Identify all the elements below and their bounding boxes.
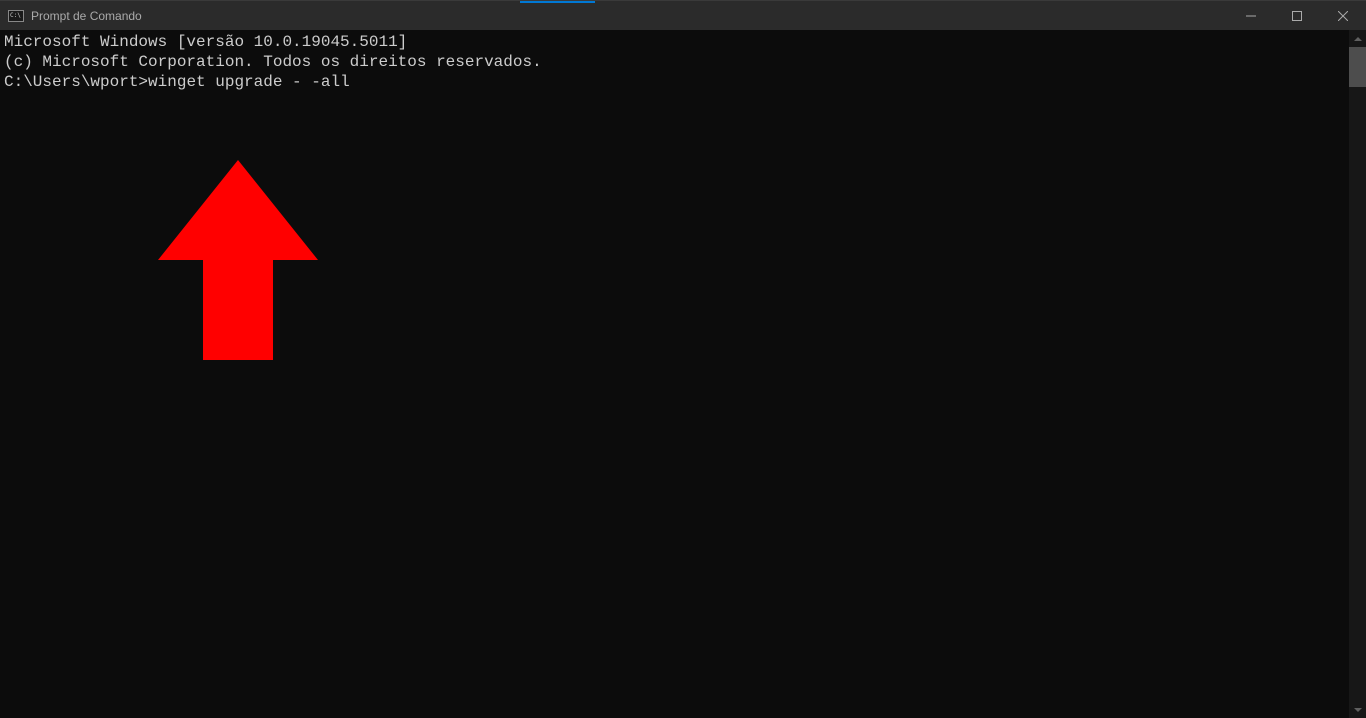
titlebar: C:\ Prompt de Comando xyxy=(0,0,1366,30)
scrollbar-thumb[interactable] xyxy=(1349,47,1366,87)
window-controls xyxy=(1228,1,1366,31)
scrollbar-down-button[interactable] xyxy=(1349,701,1366,718)
titlebar-accent xyxy=(520,1,595,3)
scrollbar-vertical[interactable] xyxy=(1349,30,1366,718)
maximize-button[interactable] xyxy=(1274,1,1320,31)
terminal-prompt-line: C:\Users\wport>winget upgrade - -all xyxy=(4,72,1362,92)
terminal-command: winget upgrade - -all xyxy=(148,73,350,91)
terminal-line-version: Microsoft Windows [versão 10.0.19045.501… xyxy=(4,32,1362,52)
close-button[interactable] xyxy=(1320,1,1366,31)
terminal-prompt: C:\Users\wport> xyxy=(4,73,148,91)
minimize-button[interactable] xyxy=(1228,1,1274,31)
scrollbar-up-button[interactable] xyxy=(1349,30,1366,47)
annotation-arrow-up-icon xyxy=(158,160,318,366)
terminal-line-copyright: (c) Microsoft Corporation. Todos os dire… xyxy=(4,52,1362,72)
window-title: Prompt de Comando xyxy=(31,9,142,23)
terminal-content[interactable]: Microsoft Windows [versão 10.0.19045.501… xyxy=(0,30,1366,718)
cmd-icon: C:\ xyxy=(8,8,24,24)
svg-text:C:\: C:\ xyxy=(10,12,21,19)
